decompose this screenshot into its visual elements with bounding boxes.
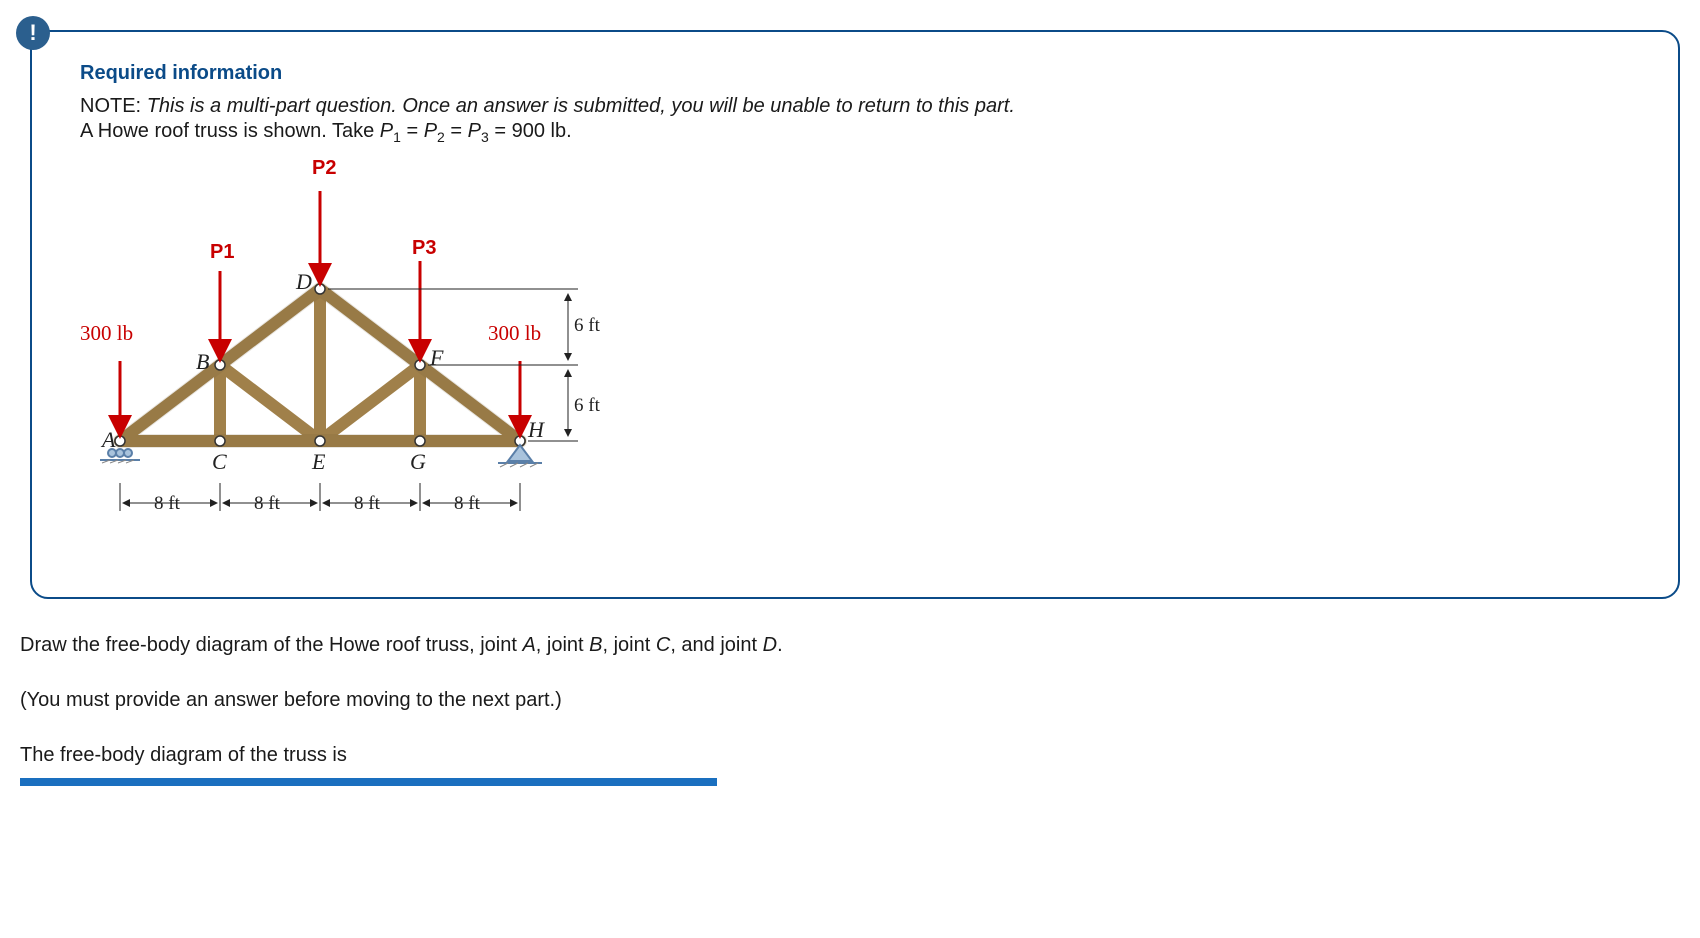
progress-bar (20, 778, 717, 786)
question-line-2: (You must provide an answer before movin… (20, 682, 1680, 719)
label-p1: P1 (210, 241, 234, 264)
node-c: C (212, 449, 227, 475)
node-b: B (196, 349, 209, 375)
required-info-title: Required information (80, 62, 1630, 85)
qA: A (522, 634, 535, 656)
node-h: H (528, 417, 544, 443)
qB: B (589, 634, 602, 656)
truss-figure: P2 P1 P3 300 lb 300 lb A B C D E F G H 6… (80, 151, 640, 561)
qD: D (763, 634, 777, 656)
node-a: A (102, 427, 115, 453)
note-prefix: NOTE: (80, 95, 141, 117)
given-line: A Howe roof truss is shown. Take P1 = P2… (80, 120, 1630, 145)
label-p3: P3 (412, 237, 436, 260)
qC: C (656, 634, 670, 656)
given-a: A Howe roof truss is shown. Take (80, 120, 380, 142)
question-line-1: Draw the free-body diagram of the Howe r… (20, 627, 1680, 664)
qj2: , joint (603, 634, 656, 656)
alert-badge-icon: ! (16, 16, 50, 50)
qj3: , and joint (670, 634, 762, 656)
question-line-3: The free-body diagram of the truss is (20, 737, 1680, 774)
qj4: . (777, 634, 783, 656)
node-f: F (430, 345, 443, 371)
dim-6ft-top: 6 ft (574, 315, 600, 337)
node-e: E (312, 449, 325, 475)
label-300-right: 300 lb (488, 321, 541, 346)
qj1: , joint (536, 634, 589, 656)
dim-span-1: 8 ft (154, 493, 180, 515)
node-d: D (296, 269, 312, 295)
label-300-left: 300 lb (80, 321, 133, 346)
dim-6ft-bot: 6 ft (574, 395, 600, 417)
info-card: ! Required information NOTE: This is a m… (30, 30, 1680, 599)
dim-span-4: 8 ft (454, 493, 480, 515)
label-p2: P2 (312, 157, 336, 180)
q1a: Draw the free-body diagram of the Howe r… (20, 634, 522, 656)
given-b: = 900 lb. (489, 120, 572, 142)
dim-span-3: 8 ft (354, 493, 380, 515)
question-block: Draw the free-body diagram of the Howe r… (20, 627, 1680, 786)
node-g: G (410, 449, 426, 475)
note-body: This is a multi-part question. Once an a… (147, 95, 1015, 117)
dim-span-2: 8 ft (254, 493, 280, 515)
note-line: NOTE: This is a multi-part question. Onc… (80, 95, 1630, 118)
